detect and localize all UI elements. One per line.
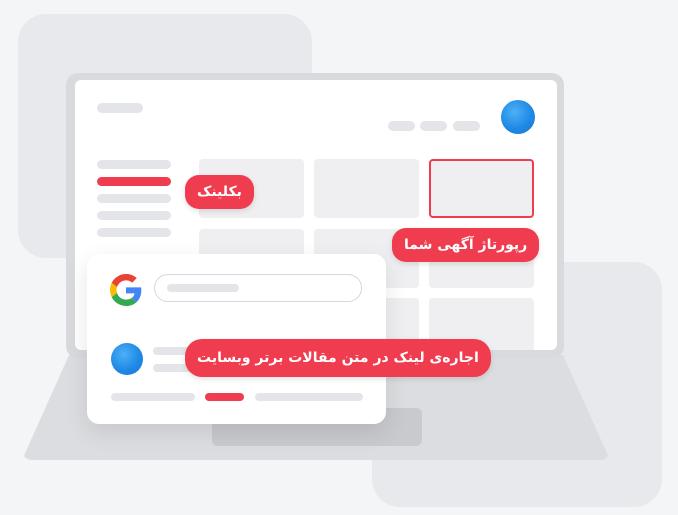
header-nav-placeholder-2 [420,121,447,131]
sidebar-item-placeholder [97,211,171,220]
content-tile-selected [429,159,534,218]
header-nav-placeholder-3 [453,121,480,131]
reportage-tag: رپورتاژ آگهی شما [392,228,540,262]
header-nav-placeholder-1 [388,121,415,131]
header-avatar-icon [501,100,535,134]
search-input[interactable] [154,274,362,302]
sidebar-item-placeholder [97,194,171,203]
google-logo-icon [110,274,142,306]
backlink-tag: بکلینک [185,175,254,209]
result-footer-highlight [205,393,244,401]
header-title-placeholder [97,103,143,113]
search-input-placeholder-bar [167,284,239,292]
sidebar-item-placeholder [97,160,171,169]
content-tile [314,159,419,218]
sidebar-item-active [97,177,171,186]
sidebar-item-placeholder [97,228,171,237]
link-rent-tag: اجاره‌ی لینک در متن مقالات برتر وبسایت [185,339,491,377]
result-footer-placeholder [255,393,363,401]
result-avatar-icon [111,343,143,375]
result-footer-placeholder [111,393,195,401]
